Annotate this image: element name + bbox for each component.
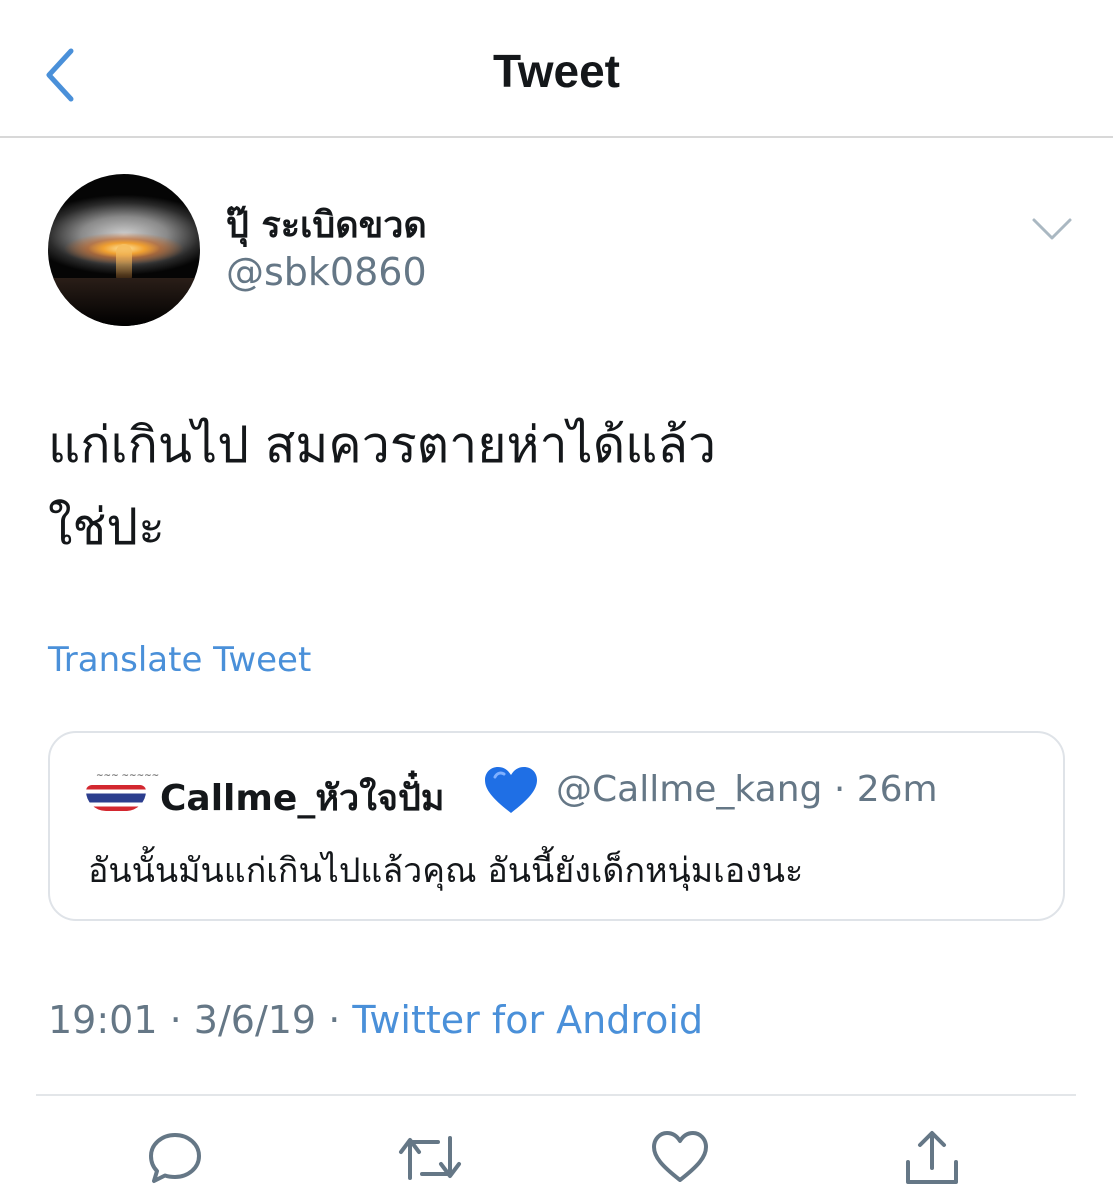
author-display-name[interactable]: ปุ๊ ระเบิดขวด — [226, 196, 427, 253]
thai-flag-graphic — [86, 785, 146, 811]
blue-heart-emoji-icon — [485, 767, 537, 813]
share-button[interactable] — [902, 1128, 962, 1188]
meta-separator: · — [328, 998, 341, 1042]
divider — [36, 1094, 1076, 1096]
quoted-tweet-meta: @Callme_kang · 26m — [556, 769, 938, 810]
reply-button[interactable] — [145, 1128, 205, 1188]
like-button[interactable] — [650, 1128, 710, 1188]
quoted-tweet-card[interactable]: ~~~ ~~~~~ Callme_หัวใจปั๋ม @Callme_kang … — [48, 731, 1065, 921]
avatar-image-ground — [48, 278, 200, 326]
meta-separator: · — [833, 769, 846, 810]
tweet-source-link[interactable]: Twitter for Android — [352, 998, 703, 1042]
tweet-date: 3/6/19 — [193, 998, 317, 1042]
tweet-text-line: แก่เกินไป สมควรตายห่าได้แล้ว — [48, 416, 717, 474]
retweet-icon — [399, 1136, 461, 1180]
meta-separator: · — [169, 998, 182, 1042]
chevron-down-icon — [1032, 218, 1072, 240]
reply-icon — [149, 1133, 201, 1183]
share-icon — [906, 1131, 958, 1184]
quoted-tweet-text: อันนั้นมันแก่เกินไปแล้วคุณ อันนี้ยังเด็ก… — [88, 851, 804, 891]
avatar-caption-graphic: ~~~ ~~~~~ — [96, 771, 160, 781]
author-handle[interactable]: @sbk0860 — [226, 250, 427, 294]
more-options-button[interactable] — [1030, 210, 1074, 246]
quoted-tweet-age: 26m — [856, 769, 938, 810]
tweet-text: แก่เกินไป สมควรตายห่าได้แล้ว ใช่ปะ — [48, 404, 1058, 568]
tweet-time: 19:01 — [48, 998, 158, 1042]
navigation-bar: Tweet — [0, 0, 1113, 138]
tweet-text-line: ใช่ปะ — [48, 498, 165, 556]
page-title: Tweet — [493, 45, 620, 97]
quoted-author-handle: @Callme_kang — [556, 769, 823, 810]
tweet-meta: 19:01 · 3/6/19 · Twitter for Android — [48, 998, 703, 1042]
heart-icon — [652, 1131, 708, 1182]
quoted-author-display-name: Callme_หัวใจปั๋ม — [160, 778, 445, 819]
translate-tweet-link[interactable]: Translate Tweet — [48, 640, 311, 680]
quoted-author-avatar: ~~~ ~~~~~ — [86, 771, 159, 811]
author-avatar[interactable] — [48, 174, 200, 326]
retweet-button[interactable] — [398, 1128, 461, 1188]
